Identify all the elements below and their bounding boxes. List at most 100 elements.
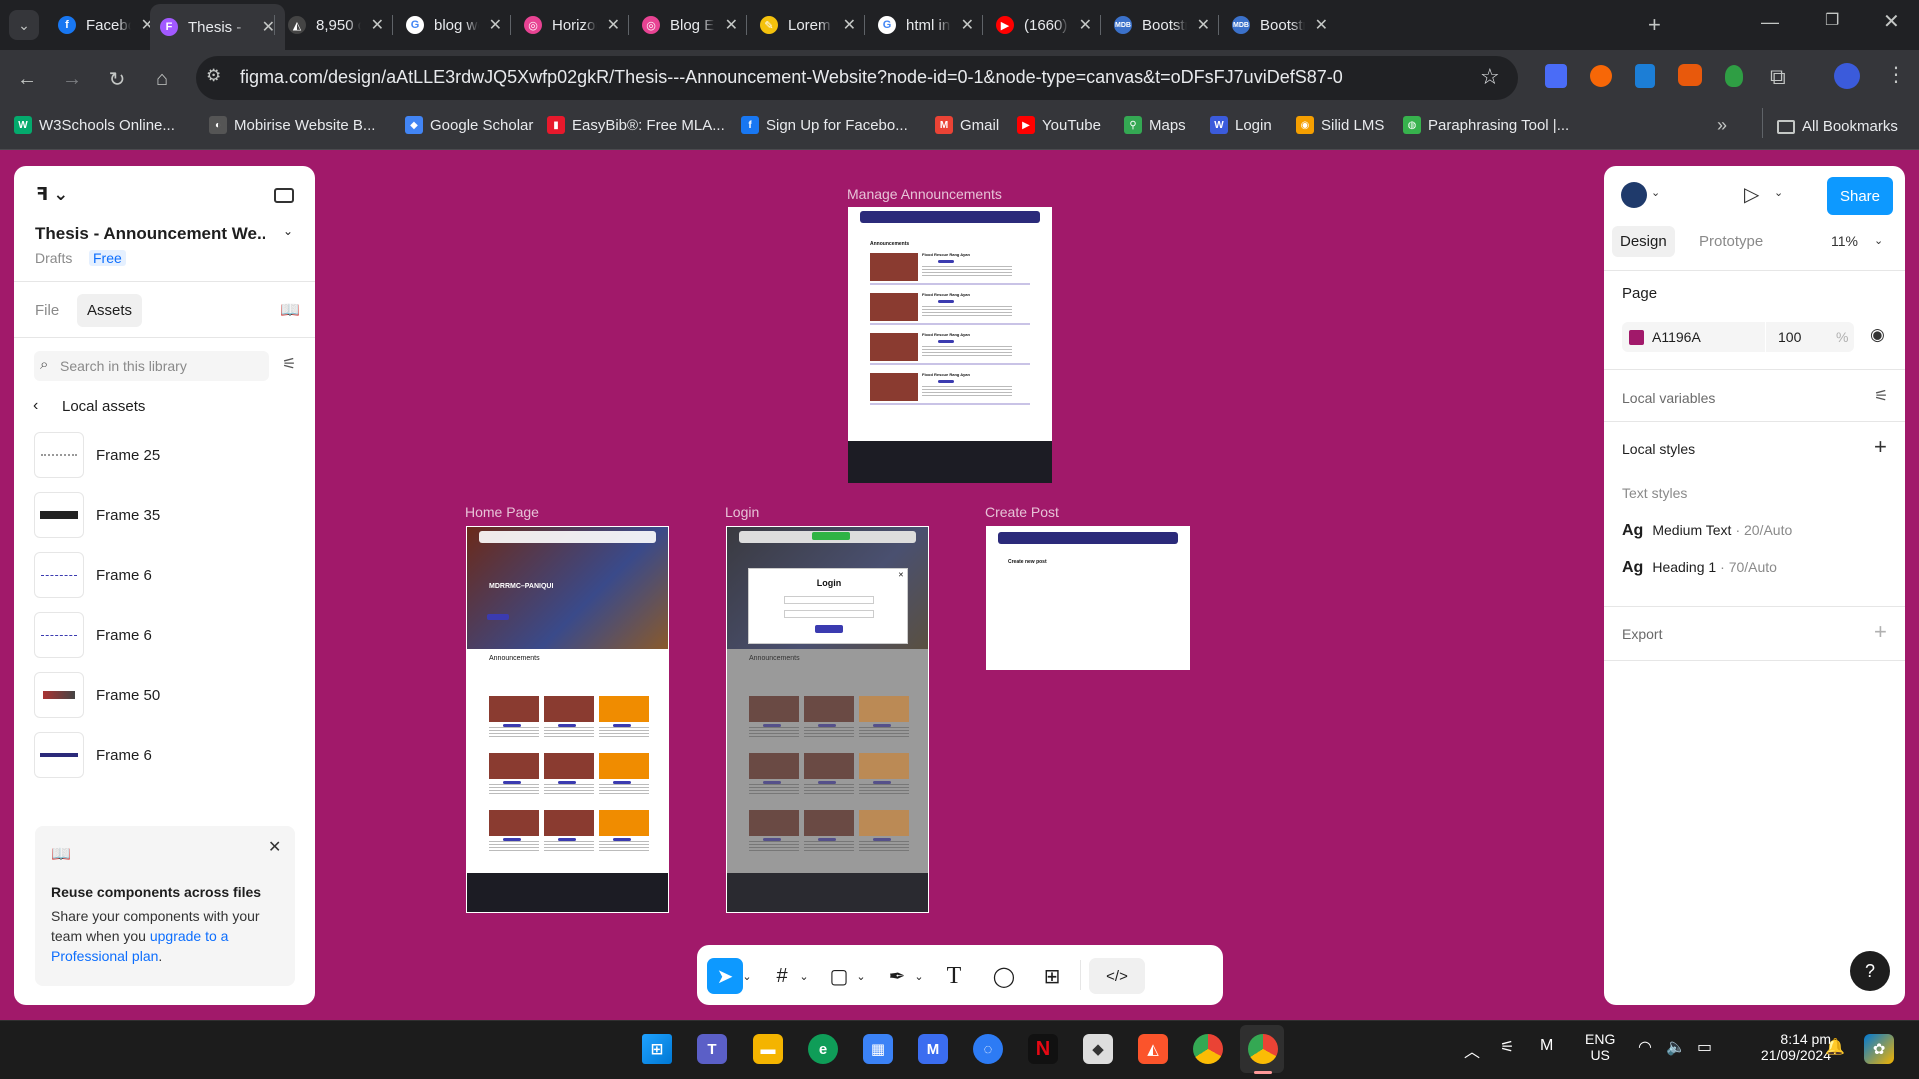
clock[interactable]: 8:14 pm 21/09/2024 <box>1739 1031 1831 1063</box>
notification-bell-icon[interactable]: 🔔 <box>1825 1037 1845 1057</box>
asset-row[interactable]: Frame 35 <box>34 490 294 540</box>
chrome-icon[interactable] <box>1193 1034 1223 1064</box>
frame-label-create[interactable]: Create Post <box>985 504 1059 520</box>
url-text[interactable]: figma.com/design/aAtLLE3rdwJQ5Xwfp02gkR/… <box>240 67 1343 88</box>
file-title[interactable]: Thesis - Announcement We... <box>35 224 265 244</box>
chrome-profile-icon[interactable] <box>1248 1034 1278 1064</box>
restore-button[interactable]: ❐ <box>1825 10 1839 30</box>
avatar-chevron-icon[interactable]: ⌄ <box>1651 186 1660 199</box>
frame-label-login[interactable]: Login <box>725 504 759 520</box>
start-windows-icon[interactable]: ⊞ <box>642 1034 672 1064</box>
help-button[interactable]: ? <box>1850 951 1890 991</box>
extension-icon[interactable] <box>1590 65 1612 87</box>
frame-tool-icon[interactable]: # <box>764 958 800 994</box>
browser-tab[interactable]: Gblog wel ✕ <box>396 6 512 44</box>
file-explorer-icon[interactable]: ▬ <box>753 1034 783 1064</box>
bookmark-item[interactable]: W Login <box>1210 116 1272 134</box>
extension-icon[interactable] <box>1725 65 1743 87</box>
page-opacity-value[interactable]: 100 <box>1778 329 1801 345</box>
add-style-icon[interactable]: + <box>1874 434 1887 460</box>
asset-row[interactable]: Frame 6 <box>34 730 294 780</box>
copilot-icon[interactable]: ✿ <box>1864 1034 1894 1064</box>
close-promo-icon[interactable]: ✕ <box>268 837 281 857</box>
profile-avatar[interactable] <box>1834 63 1860 89</box>
library-book-icon[interactable]: 📖 <box>280 300 300 320</box>
browser-tab[interactable]: ✎ Lorem Ip ✕ <box>750 6 866 44</box>
battery-icon[interactable]: ▭ <box>1697 1037 1712 1057</box>
asset-row[interactable]: Frame 6 <box>34 550 294 600</box>
back-arrow-icon[interactable]: ← <box>12 64 42 94</box>
frame-label-manage[interactable]: Manage Announcements <box>847 186 1002 202</box>
more-bookmarks-chevron-icon[interactable]: » <box>1717 115 1727 136</box>
zoom-level[interactable]: 11% <box>1831 233 1858 249</box>
mail-tray-icon[interactable]: M <box>1540 1037 1553 1055</box>
dev-mode-toggle-icon[interactable]: </> <box>1089 958 1145 994</box>
wifi-icon[interactable]: ◠ <box>1638 1037 1652 1057</box>
browser-tab[interactable]: F Thesis - ✕ <box>150 4 285 50</box>
text-tool-icon[interactable]: T <box>936 958 972 994</box>
tab-prototype[interactable]: Prototype <box>1699 233 1763 250</box>
bookmark-item[interactable]: ◐ Mobirise Website B... <box>209 116 375 134</box>
frame-create-post[interactable]: Create new post <box>986 526 1190 670</box>
bookmark-item[interactable]: ⚲ Maps <box>1124 116 1186 134</box>
teams-icon[interactable]: T <box>697 1034 727 1064</box>
tab-close-icon[interactable]: ✕ <box>371 15 384 35</box>
pen-tool-chevron-icon[interactable]: ⌄ <box>911 958 927 994</box>
export-heading[interactable]: Export <box>1622 626 1662 642</box>
toggle-sidebar-icon[interactable] <box>274 188 294 203</box>
new-tab-button[interactable]: + <box>1648 12 1661 38</box>
move-tool-icon[interactable]: ➤ <box>707 958 743 994</box>
bookmark-item[interactable]: ◉ Silid LMS <box>1296 116 1384 134</box>
frame-tool-chevron-icon[interactable]: ⌄ <box>796 958 812 994</box>
bookmark-item[interactable]: ◍ Paraphrasing Tool |... <box>1403 116 1569 134</box>
roblox-icon[interactable]: ◆ <box>1083 1034 1113 1064</box>
tab-close-icon[interactable]: ✕ <box>489 15 502 35</box>
bookmark-item[interactable]: ▶ YouTube <box>1017 116 1101 134</box>
chat-app-icon[interactable]: ◌ <box>973 1034 1003 1064</box>
browser-tab[interactable]: fFaceboo✕ <box>48 6 164 44</box>
all-bookmarks[interactable]: All Bookmarks <box>1777 118 1898 135</box>
add-export-icon[interactable]: + <box>1874 619 1887 645</box>
frame-manage-announcements[interactable]: Announcements Flood Rescue Rang Ayan Floo… <box>848 207 1052 483</box>
metamask-icon[interactable] <box>1678 64 1702 86</box>
browser-tab[interactable]: ◭ 8,950 cr ✕ <box>278 6 394 44</box>
figma-menu-icon[interactable]: ꟻ ⌄ <box>36 184 68 205</box>
bookmark-item[interactable]: M Gmail <box>935 116 999 134</box>
home-icon[interactable]: ⌂ <box>147 64 177 94</box>
extensions-puzzle-icon[interactable]: ⧉ <box>1770 64 1786 90</box>
minimize-button[interactable]: — <box>1761 12 1779 33</box>
browser-tab[interactable]: ◎ Horizon ✕ <box>514 6 630 44</box>
pen-tool-icon[interactable]: ✒ <box>879 958 915 994</box>
text-style-item[interactable]: Ag Heading 1 · 70/Auto <box>1622 559 1777 577</box>
bookmark-item[interactable]: ◆ Google Scholar <box>405 116 533 134</box>
share-button[interactable]: Share <box>1827 177 1893 215</box>
extension-icon[interactable] <box>1635 64 1655 88</box>
tab-close-icon[interactable]: ✕ <box>607 15 620 35</box>
reload-icon[interactable]: ↻ <box>102 64 132 94</box>
tab-close-icon[interactable]: ✕ <box>961 15 974 35</box>
frame-home-page[interactable]: MDRRMC–PANIQUI Announcements <box>466 526 669 913</box>
text-style-item[interactable]: Ag Medium Text · 20/Auto <box>1622 522 1792 540</box>
store-icon[interactable]: ▦ <box>863 1034 893 1064</box>
brave-icon[interactable]: ◭ <box>1138 1034 1168 1064</box>
bookmark-item[interactable]: W W3Schools Online... <box>14 116 175 134</box>
mail-app-icon[interactable]: M <box>918 1034 948 1064</box>
browser-tab[interactable]: MDB Bootstra ✕ <box>1222 6 1338 44</box>
asset-row[interactable]: Frame 25 <box>34 430 294 480</box>
variables-icon[interactable]: ⚟ <box>1874 386 1888 406</box>
present-play-icon[interactable]: ▷ <box>1744 182 1759 207</box>
bookmark-item[interactable]: ▮ EasyBib®: Free MLA... <box>547 116 725 134</box>
zoom-chevron-icon[interactable]: ⌄ <box>1874 234 1883 247</box>
rectangle-tool-icon[interactable]: ▢ <box>821 958 857 994</box>
tab-close-icon[interactable]: ✕ <box>262 17 275 37</box>
asset-row[interactable]: Frame 6 <box>34 610 294 660</box>
browser-tab[interactable]: ◎ Blog Exp ✕ <box>632 6 748 44</box>
bookmark-item[interactable]: f Sign Up for Facebo... <box>741 116 908 134</box>
browser-menu-icon[interactable]: ⋮ <box>1886 62 1906 87</box>
tab-file[interactable]: File <box>35 302 59 319</box>
back-chevron-icon[interactable]: ‹ <box>33 397 38 415</box>
tab-close-icon[interactable]: ✕ <box>725 15 738 35</box>
page-color-value[interactable]: A1196A <box>1652 329 1701 345</box>
asset-row[interactable]: Frame 50 <box>34 670 294 720</box>
tab-close-icon[interactable]: ✕ <box>843 15 856 35</box>
